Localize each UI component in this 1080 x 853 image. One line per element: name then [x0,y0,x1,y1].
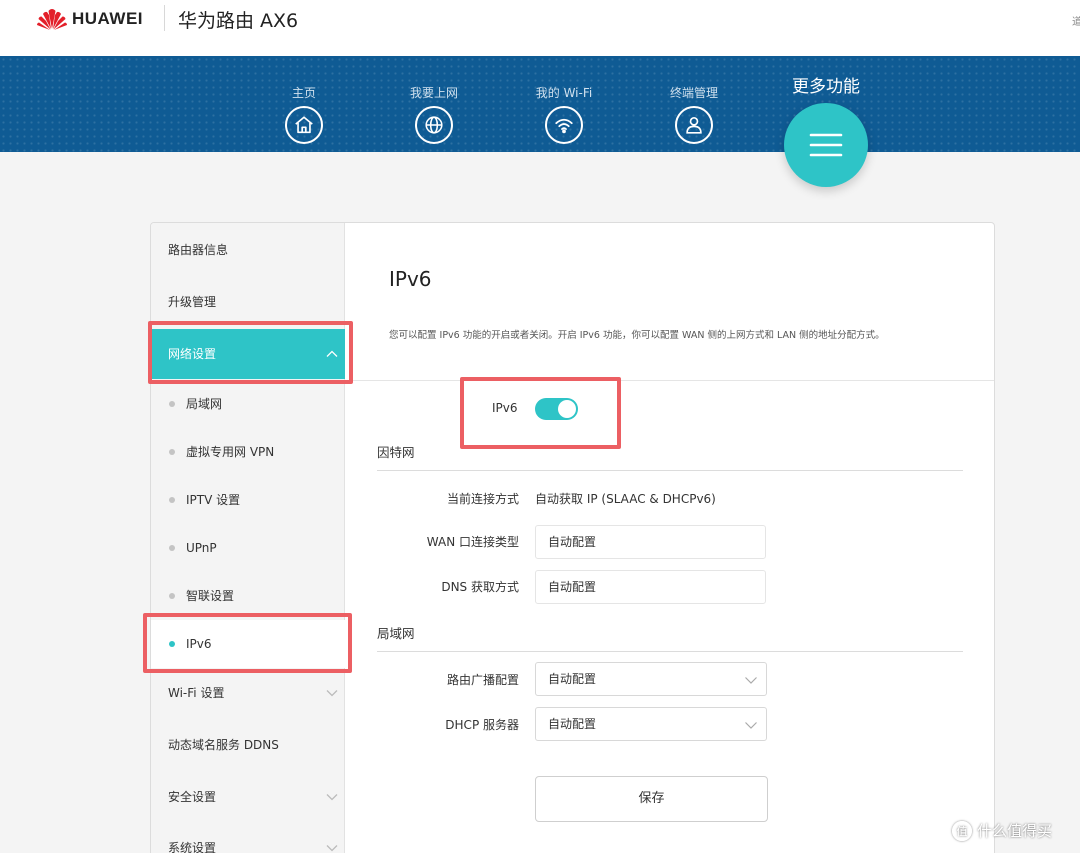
bullet-dot [169,401,175,407]
sidebar-subitem-label: IPv6 [186,637,212,651]
toggle-knob [558,400,576,418]
huawei-flower-icon [37,9,67,30]
header-divider [164,5,165,31]
chevron-up-icon [326,350,338,357]
bullet-dot [169,497,175,503]
nav-item-home[interactable]: 主页 [259,84,349,144]
user-icon [686,117,702,134]
nav-item-devices[interactable]: 终端管理 [649,84,739,144]
nav-item-label: 主页 [291,86,316,100]
dhcp-server-label: DHCP 服务器 [445,718,519,732]
bullet-dot [169,449,175,455]
ra-config-label: 路由广播配置 [446,673,519,687]
bullet-dot [169,545,175,551]
brand-name: HUAWEI [72,9,143,28]
chevron-down-icon [326,794,338,801]
section-divider [377,470,963,471]
nav-item-label: 终端管理 [669,86,718,100]
sidebar-subitem-upnp[interactable]: UPnP [151,524,345,572]
settings-card: 路由器信息 升级管理 网络设置 局域网 虚拟专用网 VPN IPTV 设置 UP… [150,222,995,853]
section-lan: 局域网 [377,626,415,641]
page-title: IPv6 [389,267,432,291]
menu-icon [809,133,843,157]
wan-type-field: 自动配置 [535,525,766,559]
bullet-dot [169,641,175,647]
more-features-button[interactable] [784,103,868,187]
home-icon [295,116,313,134]
sidebar-item-security[interactable]: 安全设置 [151,772,345,822]
ipv6-panel: IPv6 您可以配置 IPv6 功能的开启或者关闭。开启 IPv6 功能，你可以… [346,223,994,853]
sidebar-subitem-iptv[interactable]: IPTV 设置 [151,476,345,524]
globe-icon [425,116,443,134]
sidebar-item-label: 系统设置 [168,841,217,853]
sidebar-item-upgrade[interactable]: 升级管理 [151,277,345,327]
select-value: 自动配置 [548,672,597,686]
sidebar-item-router-info[interactable]: 路由器信息 [151,225,345,275]
sidebar-subitem-label: IPTV 设置 [186,493,241,507]
watermark: 值 什么值得买 [952,820,1052,841]
select-value: 自动配置 [548,717,597,731]
huawei-logo[interactable]: HUAWEI [36,7,143,31]
sidebar: 路由器信息 升级管理 网络设置 局域网 虚拟专用网 VPN IPTV 设置 UP… [151,223,345,853]
nav-item-label: 我要上网 [409,86,458,100]
panel-divider [346,380,994,381]
conn-mode-label: 当前连接方式 [446,492,519,506]
page-description: 您可以配置 IPv6 功能的开启或者关闭。开启 IPv6 功能，你可以配置 WA… [389,330,885,341]
nav-icon-circle [415,106,453,144]
sidebar-subitem-vpn[interactable]: 虚拟专用网 VPN [151,428,345,476]
dhcp-server-select[interactable]: 自动配置 [535,707,767,741]
sidebar-subitem-smart-link[interactable]: 智联设置 [151,572,345,620]
sidebar-item-label: 网络设置 [168,347,217,361]
watermark-text: 什么值得买 [977,822,1053,840]
wan-type-label: WAN 口连接类型 [426,535,519,549]
sidebar-item-ddns[interactable]: 动态域名服务 DDNS [151,720,345,770]
sidebar-item-network-settings[interactable]: 网络设置 [151,329,345,379]
chevron-down-icon [745,677,757,684]
top-header: HUAWEI 华为路由 AX6 道 [0,0,1080,56]
main-nav: 主页 我要上网 我的 Wi-Fi 终端管理 更多功能 [0,56,1080,152]
dns-label: DNS 获取方式 [441,580,519,594]
sidebar-subitem-ipv6[interactable]: IPv6 [151,620,345,668]
sidebar-item-system[interactable]: 系统设置 [151,823,345,853]
wifi-icon [555,118,573,134]
nav-item-label: 我的 Wi-Fi [535,86,593,100]
ipv6-toggle-label: IPv6 [492,401,518,415]
chevron-down-icon [745,722,757,729]
ra-config-select[interactable]: 自动配置 [535,662,767,696]
nav-icon-circle [675,106,713,144]
nav-more-label: 更多功能 [792,77,860,97]
ipv6-toggle[interactable] [535,398,578,420]
nav-item-internet[interactable]: 我要上网 [389,84,479,144]
sidebar-item-wifi-settings[interactable]: Wi-Fi 设置 [151,668,345,718]
sidebar-subitem-label: 智联设置 [186,589,235,603]
product-title: 华为路由 AX6 [178,10,299,32]
nav-icon-circle [545,106,583,144]
sidebar-subitem-label: 虚拟专用网 VPN [186,445,275,459]
section-internet: 因特网 [377,445,415,460]
chevron-down-icon [326,690,338,697]
dns-field: 自动配置 [535,570,766,604]
conn-mode-value: 自动获取 IP (SLAAC & DHCPv6) [535,492,716,506]
corner-mark: 道 [1072,17,1080,28]
section-divider [377,651,963,652]
nav-icon-circle [285,106,323,144]
sidebar-item-label: Wi-Fi 设置 [168,686,225,700]
save-button[interactable]: 保存 [535,776,768,822]
chevron-down-icon [326,845,338,852]
sidebar-subitem-lan[interactable]: 局域网 [151,380,345,428]
bullet-dot [169,593,175,599]
nav-item-wifi[interactable]: 我的 Wi-Fi [519,84,609,144]
sidebar-item-label: 安全设置 [168,790,217,804]
sidebar-subitem-label: 局域网 [186,397,223,411]
sidebar-subitem-label: UPnP [186,541,217,555]
watermark-icon: 值 [952,820,972,841]
